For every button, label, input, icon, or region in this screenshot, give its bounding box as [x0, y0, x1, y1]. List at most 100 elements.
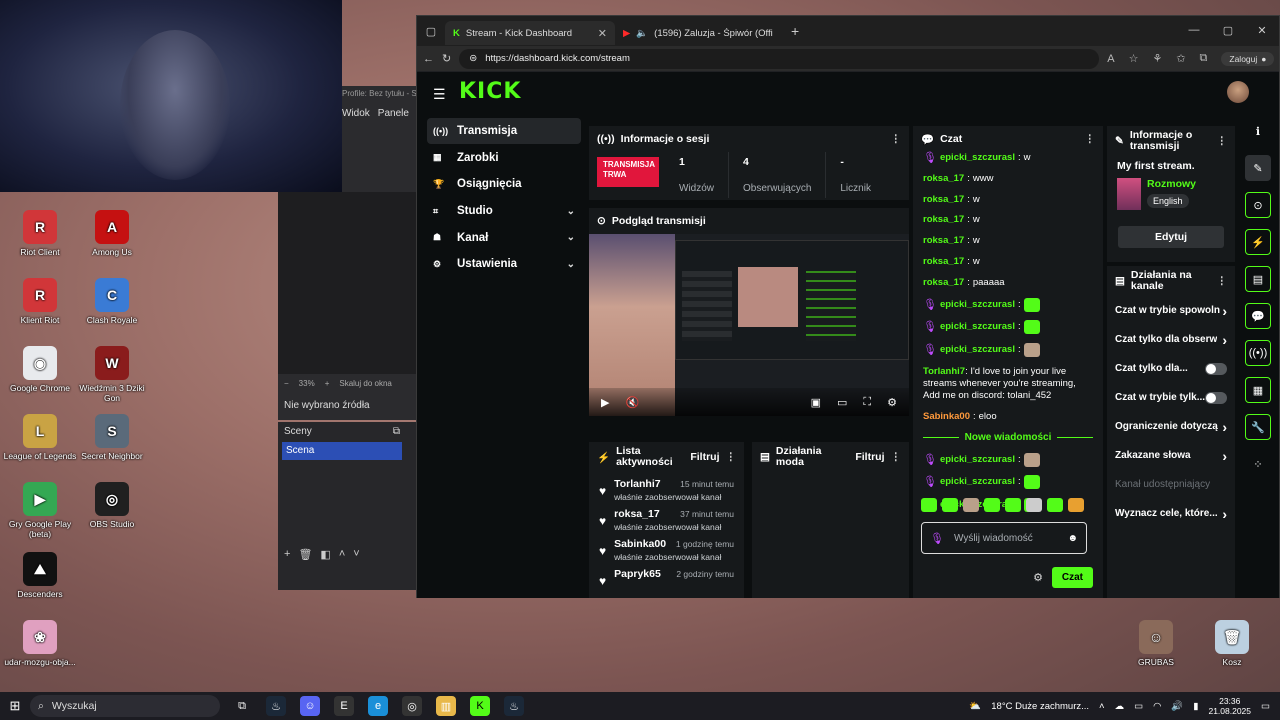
sidebar-item-4[interactable]: ☗ Kanał ⌄ — [427, 225, 581, 251]
close-window-icon[interactable]: ✕ — [1245, 16, 1279, 44]
chat-username[interactable]: roksa_17 — [923, 277, 964, 289]
chat-toggle-icon[interactable]: 💬 — [1245, 303, 1271, 329]
obs-icon[interactable]: ◎ — [402, 696, 422, 716]
display-icon[interactable]: ▭ — [1134, 701, 1143, 712]
chevron-down-icon[interactable]: ⌄ — [567, 206, 575, 217]
site-info-icon[interactable]: ⊜ — [469, 53, 477, 64]
chat-username[interactable]: roksa_17 — [923, 194, 964, 206]
extensions-icon[interactable]: ⚘ — [1152, 52, 1162, 65]
quick-action-item[interactable]: Czat w trybie spowoln › — [1107, 296, 1235, 325]
chat-username[interactable]: roksa_17 — [923, 235, 964, 247]
quick-action-item[interactable]: Ograniczenie dotyczą › — [1107, 412, 1235, 441]
cloud-icon[interactable]: ☁ — [1115, 701, 1125, 712]
steam-app-icon[interactable]: ♨ — [504, 696, 524, 716]
close-icon[interactable]: ✕ — [598, 27, 607, 40]
menu-icon[interactable]: ☰ — [433, 86, 446, 103]
chat-username[interactable]: epicki_szczurasl — [940, 476, 1015, 488]
chat-username[interactable]: epicki_szczurasl — [940, 321, 1015, 333]
signin-button[interactable]: Zaloguj ● — [1221, 51, 1275, 66]
more-vertical-icon[interactable]: ⋮ — [1085, 133, 1096, 145]
emote-icon[interactable] — [963, 498, 979, 512]
tab-kick-dashboard[interactable]: K Stream - Kick Dashboard ✕ — [445, 21, 615, 45]
play-icon[interactable]: ▶ — [601, 396, 609, 409]
sidebar-item-0[interactable]: ((•)) Transmisja — [427, 118, 581, 144]
task-view-icon[interactable]: ⧉ — [232, 696, 252, 716]
chat-username[interactable]: epicki_szczurasl — [940, 344, 1015, 356]
fullscreen-icon[interactable]: ⛶ — [863, 396, 871, 409]
chevron-down-icon[interactable]: ˅ — [353, 548, 359, 561]
desktop-icon[interactable]: R Riot Client — [2, 210, 78, 257]
back-icon[interactable]: ← — [423, 53, 434, 65]
edit-pencil-icon[interactable]: ✎ — [1245, 155, 1271, 181]
tools-toggle-icon[interactable]: 🔧 — [1245, 414, 1271, 440]
chat-username[interactable]: epicki_szczurasl — [940, 454, 1015, 466]
quick-action-item[interactable]: Zakazane słowa › — [1107, 441, 1235, 470]
quick-action-item[interactable]: Czat tylko dla obserw › — [1107, 325, 1235, 354]
desktop-icon[interactable]: C Clash Royale — [74, 278, 150, 325]
taskbar-search[interactable]: ⌕ Wyszukaj — [30, 695, 220, 717]
collections-icon[interactable]: ⧉ — [1200, 52, 1208, 65]
add-scene-icon[interactable]: + — [284, 548, 290, 561]
preview-toggle-icon[interactable]: ⊙ — [1245, 192, 1271, 218]
list-item[interactable]: ♥ Papryk65 2 godziny temu — [589, 562, 744, 588]
battery-icon[interactable]: ▮ — [1193, 701, 1198, 712]
chat-username[interactable]: roksa_17 — [923, 214, 964, 226]
chat-settings-icon[interactable]: ⚙ — [1033, 571, 1043, 584]
obs-menu-docks[interactable]: Panele — [378, 108, 409, 119]
tray-chevron-up-icon[interactable]: ˄ — [1099, 701, 1105, 712]
tab-youtube[interactable]: ▶ 🔈 (1596) Zaluzja - Śpiwór (Offi — [615, 21, 785, 45]
sidebar-item-3[interactable]: ⌗ Studio ⌄ — [427, 198, 581, 224]
desktop-icon[interactable]: ◉ Google Chrome — [2, 346, 78, 393]
desktop-icon[interactable]: R Klient Riot — [2, 278, 78, 325]
avatar[interactable] — [1227, 81, 1249, 103]
emote-icon[interactable] — [984, 498, 1000, 512]
desktop-icon[interactable]: 🗑 Kosz — [1194, 620, 1270, 667]
trash-icon[interactable]: 🗑 — [298, 548, 312, 561]
desktop-icon[interactable]: ▶ Gry Google Play (beta) — [2, 482, 78, 539]
stream-preview[interactable]: ▶ 🔇 ▣ ▭ ⛶ ⚙ — [589, 234, 909, 416]
kick-logo[interactable]: KICK — [459, 79, 521, 104]
plus-icon[interactable]: + — [325, 379, 330, 388]
filter-icon[interactable]: ◧ — [320, 548, 330, 561]
volume-icon[interactable]: 🔊 — [1171, 701, 1183, 712]
mod-toggle-icon[interactable]: ▤ — [1245, 266, 1271, 292]
desktop-icon[interactable]: A Among Us — [74, 210, 150, 257]
chat-input[interactable]: 🎙 Wyślij wiadomość ☻ — [921, 522, 1087, 554]
new-tab-icon[interactable]: + — [791, 23, 799, 39]
chevron-down-icon[interactable]: ⌄ — [567, 232, 575, 243]
desktop-icon[interactable]: ◎ OBS Studio — [74, 482, 150, 529]
info-icon[interactable]: ℹ — [1245, 118, 1271, 144]
sidebar-item-1[interactable]: ▦ Zarobki — [427, 145, 581, 171]
chevron-right-icon[interactable]: › — [1222, 303, 1227, 319]
wifi-icon[interactable]: ◠ — [1153, 701, 1161, 712]
chevron-up-icon[interactable]: ˄ — [339, 548, 345, 561]
discord-icon[interactable]: ☺ — [300, 696, 320, 716]
session-toggle-icon[interactable]: ((•)) — [1245, 340, 1271, 366]
star-icon[interactable]: ☆ — [1129, 52, 1139, 65]
minimize-icon[interactable]: — — [1177, 16, 1211, 44]
undock-icon[interactable]: ⧉ — [393, 426, 400, 437]
desktop-icon[interactable]: ⛰ Descenders — [2, 552, 78, 599]
chat-username[interactable]: epicki_szczurasl — [940, 152, 1015, 164]
edge-icon[interactable]: e — [368, 696, 388, 716]
more-vertical-icon[interactable]: ⋮ — [891, 133, 902, 145]
quick-action-item[interactable]: Wyznacz cele, które... › — [1107, 499, 1235, 528]
favorites-icon[interactable]: ✩ — [1176, 52, 1185, 65]
list-item[interactable]: ♥ Torlanhi7 15 minut temu właśnie zaobserwo… — [589, 472, 744, 502]
chat-username[interactable]: epicki_szczurasl — [940, 299, 1015, 311]
actions-toggle-icon[interactable]: ▦ — [1245, 377, 1271, 403]
emoji-icon[interactable]: ☻ — [1067, 533, 1078, 544]
activity-user[interactable]: Papryk65 — [614, 568, 661, 580]
more-vertical-icon[interactable]: ⋮ — [1217, 135, 1228, 147]
chat-username[interactable]: Sabinka00 — [923, 411, 970, 423]
speaker-icon[interactable]: 🔈 — [636, 28, 648, 39]
epic-games-icon[interactable]: E — [334, 696, 354, 716]
activity-user[interactable]: Torlanhi7 — [614, 478, 660, 490]
chevron-down-icon[interactable]: ⌄ — [567, 259, 575, 270]
activity-filter[interactable]: Filtruj — [690, 451, 719, 463]
chevron-right-icon[interactable]: › — [1222, 419, 1227, 435]
toggle-switch[interactable] — [1205, 362, 1227, 375]
toggle-switch[interactable] — [1205, 391, 1227, 404]
file-explorer-icon[interactable]: ▥ — [436, 696, 456, 716]
url-field[interactable]: ⊜ https://dashboard.kick.com/stream — [459, 48, 1100, 69]
